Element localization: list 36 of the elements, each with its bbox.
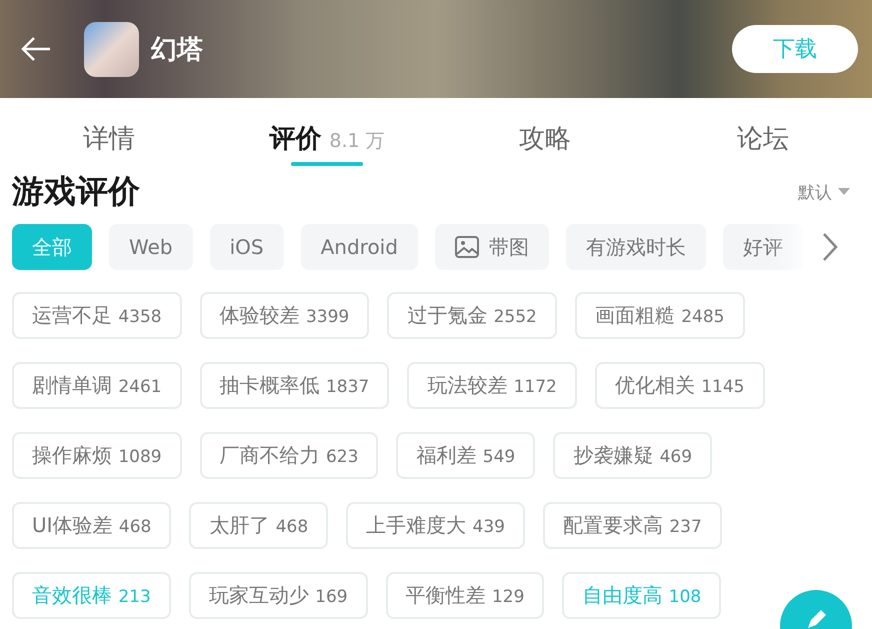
chevron-right-icon[interactable] xyxy=(822,232,838,262)
review-tag[interactable]: 福利差 549 xyxy=(396,432,536,479)
tab[interactable]: 评价 8.1 万 xyxy=(269,121,385,166)
review-tag[interactable]: 配置要求高 237 xyxy=(542,502,722,549)
review-tag[interactable]: 上手难度大 439 xyxy=(346,502,525,549)
filter-chip[interactable]: Android xyxy=(300,224,418,270)
review-tag[interactable]: UI体验差 468 xyxy=(12,502,172,549)
app-title: 幻塔 xyxy=(151,34,204,66)
app-icon xyxy=(84,22,139,76)
filter-chip[interactable]: iOS xyxy=(210,224,284,270)
review-tag[interactable]: 优化相关 1145 xyxy=(594,362,764,409)
review-tag[interactable]: 玩法较差 1172 xyxy=(407,362,577,409)
filter-chip[interactable]: Web xyxy=(109,224,193,270)
filter-chip[interactable]: 好评 xyxy=(722,224,803,270)
section-title: 游戏评价 xyxy=(12,171,140,212)
review-tag[interactable]: 操作麻烦 1089 xyxy=(12,432,182,479)
review-tag[interactable]: 体验较差 3399 xyxy=(200,292,370,339)
review-tag[interactable]: 抄袭嫌疑 469 xyxy=(553,432,712,479)
review-tag[interactable]: 剧情单调 2461 xyxy=(12,362,182,409)
tab[interactable]: 攻略 xyxy=(519,121,571,166)
review-tag[interactable]: 平衡性差 129 xyxy=(386,572,544,619)
review-tag[interactable]: 玩家互动少 169 xyxy=(188,572,368,619)
filter-chip[interactable]: 有游戏时长 xyxy=(566,224,706,270)
caret-icon xyxy=(838,188,850,196)
review-tag[interactable]: 抽卡概率低 1837 xyxy=(200,362,390,409)
review-tag[interactable]: 画面粗糙 2485 xyxy=(574,292,744,339)
filter-chip[interactable]: 带图 xyxy=(434,224,549,270)
review-tag[interactable]: 运营不足 4358 xyxy=(12,292,182,339)
sort-dropdown[interactable]: 默认 xyxy=(798,180,850,204)
tab[interactable]: 论坛 xyxy=(737,121,789,166)
image-icon xyxy=(454,236,479,258)
review-tag[interactable]: 太肝了 468 xyxy=(189,502,328,549)
tab[interactable]: 详情 xyxy=(83,121,135,166)
review-tag[interactable]: 厂商不给力 623 xyxy=(200,432,378,479)
review-tag[interactable]: 过于氪金 2552 xyxy=(387,292,557,339)
back-arrow-icon[interactable] xyxy=(20,36,52,62)
